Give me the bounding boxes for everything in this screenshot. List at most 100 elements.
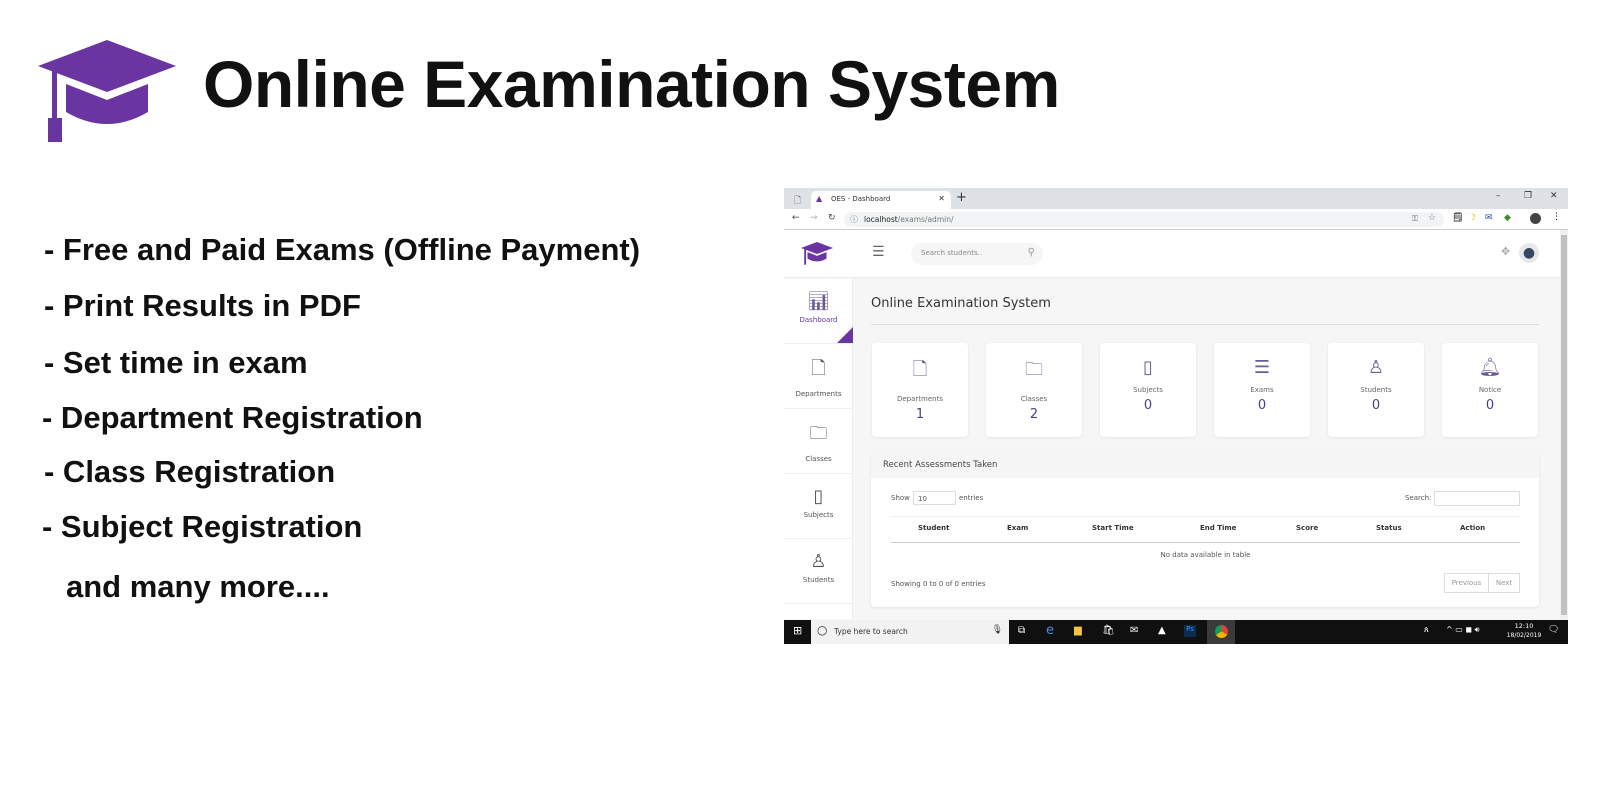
url-host: localhost [864, 215, 898, 224]
scrollbar[interactable] [1560, 230, 1568, 620]
page-icon: 🗋 [794, 196, 802, 206]
mail-icon[interactable]: ✉ [1130, 625, 1138, 636]
photoshop-icon[interactable]: Ps [1184, 625, 1196, 637]
taskbar-search-placeholder: Type here to search [834, 627, 908, 636]
sidebar-item-classes[interactable]: 🗀 Classes [784, 409, 853, 474]
column-header-action[interactable]: Action [1460, 524, 1485, 532]
globe-extension-icon[interactable]: ◆ [1504, 213, 1511, 223]
feature-item: - Set time in exam [44, 345, 308, 380]
graduation-cap-icon [38, 40, 176, 142]
search-students-input[interactable]: Search students.. ⚲ [911, 243, 1043, 265]
url-input[interactable]: ⓘ localhost/exams/admin/ ⚿ ☆ [844, 212, 1444, 227]
stat-label: Classes [1020, 395, 1048, 403]
table-search-input[interactable] [1434, 491, 1520, 506]
windows-start-icon[interactable]: ⊞ [793, 624, 802, 637]
book-icon: ▯ [813, 486, 824, 507]
stat-card-exams[interactable]: ☰ Exams 0 [1214, 343, 1310, 437]
clock-date[interactable]: 18/02/2019 [1504, 632, 1544, 639]
file-explorer-icon[interactable]: ▆ [1074, 625, 1082, 636]
tray-icons[interactable]: ^ ▭ ◼ 🔊︎ [1446, 625, 1480, 635]
menu-icon[interactable]: ⋮ [1552, 212, 1561, 222]
sidebar-label: Departments [795, 390, 842, 398]
back-icon[interactable]: ← [792, 213, 800, 223]
minimize-button[interactable]: – [1496, 191, 1501, 201]
folder-icon: 🗀 [809, 423, 828, 444]
sidebar-item-dashboard[interactable]: 📊︎ Dashboard [784, 279, 853, 344]
extension-icon[interactable]: 🗒 [1452, 213, 1463, 223]
edge-icon[interactable]: e [1046, 623, 1054, 638]
recent-assessments-card: Recent Assessments Taken Show 10 entries… [871, 452, 1539, 607]
entries-select[interactable]: 10 [913, 491, 956, 505]
divider [871, 324, 1539, 325]
microphone-icon[interactable]: 🎙︎ [992, 625, 1003, 635]
sidebar-item-subjects[interactable]: ▯ Subjects [784, 474, 853, 539]
empty-table-message: No data available in table [1160, 551, 1251, 559]
stat-card-departments[interactable]: 🗋 Departments 1 [872, 343, 968, 437]
cortana-icon: ○ [817, 623, 828, 637]
close-tab-icon[interactable]: ✕ [938, 194, 945, 203]
moon-extension-icon[interactable]: ☽ [1468, 213, 1476, 223]
star-icon[interactable]: ☆ [1428, 213, 1436, 223]
newspaper-icon: ☰ [1253, 357, 1271, 378]
book-icon: ▯ [1143, 357, 1153, 378]
divider [891, 542, 1520, 543]
clock-time[interactable]: 12:10 [1509, 622, 1539, 630]
sidebar-item-students[interactable]: ♙ Students [784, 539, 853, 604]
column-header-start-time[interactable]: Start Time [1092, 524, 1134, 532]
browser-tab[interactable]: ▲ OES - Dashboard ✕ [811, 191, 951, 209]
divider [891, 516, 1520, 517]
reload-icon[interactable]: ↻ [828, 213, 836, 223]
chart-icon: 📊︎ [807, 291, 830, 312]
chrome-icon [1215, 625, 1228, 638]
feature-item: and many more.... [66, 569, 330, 604]
next-button[interactable]: Next [1488, 573, 1520, 593]
search-icon[interactable]: ⚲ [1028, 247, 1035, 258]
show-label: Show [891, 494, 910, 502]
content-title: Online Examination System [871, 296, 1051, 311]
stat-card-notice[interactable]: 🔔︎ Notice 0 [1442, 343, 1538, 437]
profile-avatar[interactable] [1530, 213, 1541, 224]
stat-value: 2 [1029, 407, 1039, 422]
fullscreen-icon[interactable]: ✥ [1501, 245, 1510, 258]
document-icon: 🗋 [912, 359, 928, 380]
stat-card-classes[interactable]: 🗀 Classes 2 [986, 343, 1082, 437]
column-header-exam[interactable]: Exam [1007, 524, 1028, 532]
taskbar-search[interactable]: ○ Type here to search 🎙︎ [811, 620, 1009, 644]
stat-card-students[interactable]: ♙ Students 0 [1328, 343, 1424, 437]
new-tab-button[interactable]: + [956, 190, 967, 205]
forward-icon[interactable]: → [810, 213, 818, 223]
stat-value: 0 [1371, 398, 1381, 413]
chrome-taskbar-button[interactable] [1207, 620, 1235, 644]
user-avatar-icon[interactable]: ● [1519, 243, 1539, 263]
people-icon[interactable]: ጰ [1424, 625, 1429, 635]
close-window-button[interactable]: ✕ [1550, 191, 1558, 201]
table-info: Showing 0 to 0 of 0 entries [891, 580, 986, 588]
column-header-end-time[interactable]: End Time [1200, 524, 1236, 532]
key-icon[interactable]: ⚿ [1412, 214, 1418, 224]
feature-item: - Free and Paid Exams (Offline Payment) [44, 232, 641, 267]
sidebar-label: Dashboard [799, 316, 838, 324]
feature-item: - Class Registration [44, 454, 336, 489]
column-header-score[interactable]: Score [1296, 524, 1318, 532]
previous-button[interactable]: Previous [1444, 573, 1489, 593]
store-icon[interactable]: 🛍︎ [1102, 625, 1115, 636]
column-header-student[interactable]: Student [918, 524, 949, 532]
photos-icon[interactable]: ▲ [1158, 625, 1166, 636]
entries-label: entries [959, 494, 984, 502]
tab-title: OES - Dashboard [831, 195, 891, 203]
notifications-icon[interactable]: 🗨︎ [1548, 625, 1559, 635]
search-placeholder: Search students.. [921, 249, 983, 257]
sidebar-label: Subjects [803, 511, 834, 519]
column-header-status[interactable]: Status [1376, 524, 1402, 532]
restore-button[interactable]: ❐ [1524, 191, 1532, 201]
hamburger-menu-icon[interactable]: ☰ [872, 244, 885, 260]
task-view-icon[interactable]: ⧉ [1018, 625, 1025, 636]
stat-value: 0 [1143, 398, 1153, 413]
stat-label: Students [1360, 386, 1392, 394]
mail-extension-icon[interactable]: ✉ [1485, 213, 1493, 223]
stat-value: 0 [1257, 398, 1267, 413]
graduation-cap-icon: ▲ [816, 194, 823, 203]
stat-value: 1 [915, 407, 925, 422]
stat-card-subjects[interactable]: ▯ Subjects 0 [1100, 343, 1196, 437]
sidebar-item-departments[interactable]: 🗋 Departments [784, 344, 853, 409]
